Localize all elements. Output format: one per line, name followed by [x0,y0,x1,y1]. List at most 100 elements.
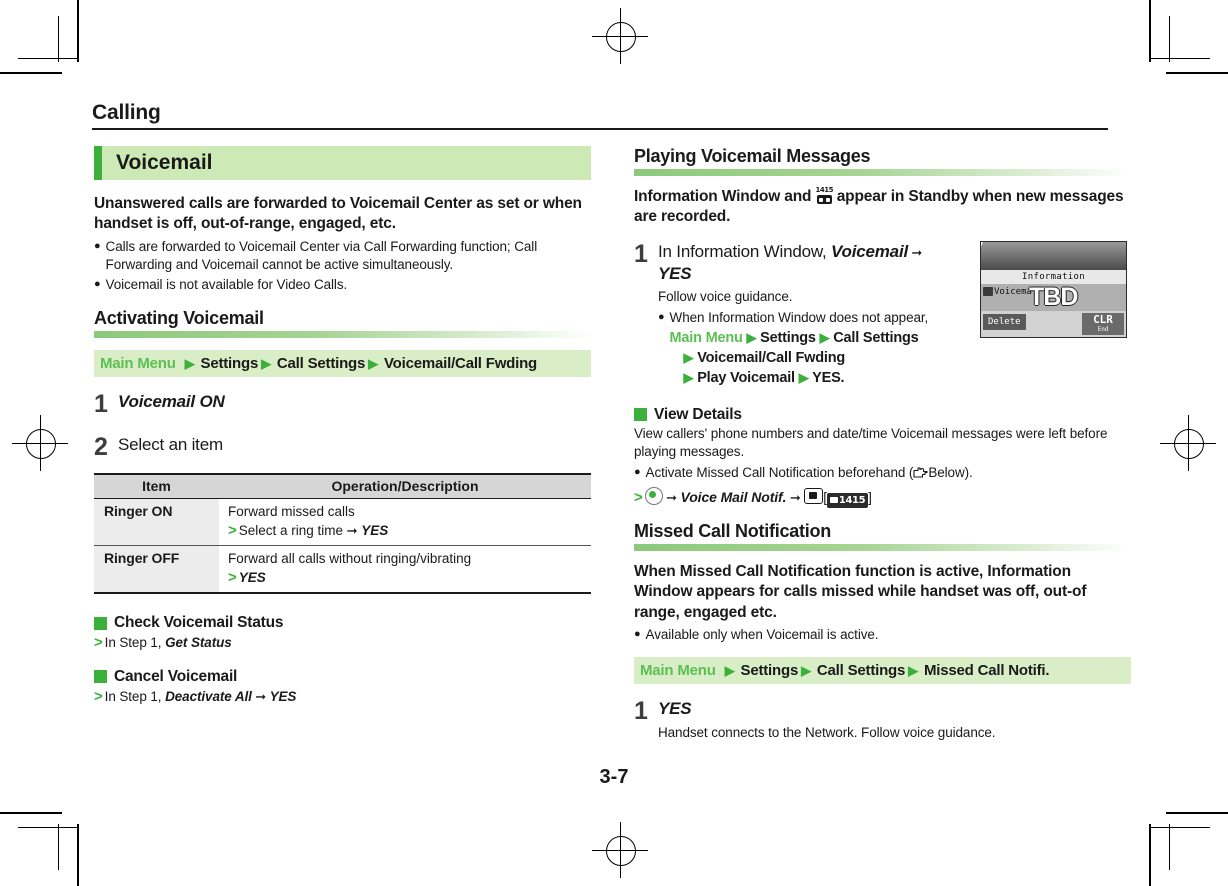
subhead-playing-voicemail-messages: Playing Voicemail Messages [634,146,1131,176]
menu-path-segment-settings[interactable]: Settings [201,355,259,372]
bullet-dot-icon: ● [634,628,641,641]
angle-right-icon: > [634,488,643,506]
missed-step-1: 1 YES Handset connects to the Network. F… [634,698,1131,742]
right-step-1-title-post: YES [658,263,692,283]
voicemail-icon-box [816,195,832,204]
angle-right-icon: > [94,687,103,705]
table-header-operation: Operation/Description [219,473,591,500]
phone-wallpaper [981,241,1126,270]
note-line-1: When Information Window does not appear, [669,309,929,325]
desc-line-2-pre: Select a ring time [238,522,344,538]
menu-path-root[interactable]: Main Menu [640,662,716,679]
voicemail-chip-icon [829,496,838,503]
note-menu-period: . [840,370,845,387]
block-heading-cancel-voicemail: Cancel Voicemail [94,668,591,686]
operation-description-table: Item Operation/Description Ringer ON For… [94,473,591,595]
menu-path-segment-call-settings[interactable]: Call Settings [817,662,905,679]
missed-step-1-title: YES [658,699,692,719]
section-banner-voicemail: Voicemail [94,146,591,180]
missed-note-text: Available only when Voicemail is active. [645,627,879,643]
arrow-right-icon: ➞ [662,489,681,505]
table-cell-item-ringer-off: Ringer OFF [94,545,219,595]
menu-path-segment-play-voicemail[interactable]: Play Voicemail [697,370,795,386]
block-heading-text: View Details [654,405,742,423]
voicemail-chip-time: 1415 [838,494,866,506]
block-heading-text: Check Voicemail Status [114,614,284,632]
chevron-right-icon: ▶ [746,329,757,345]
phone-list-item: Voicema [983,287,1032,297]
table-row: Ringer OFF Forward all calls without rin… [94,545,591,595]
view-details-op-emphasis: Voice Mail Notif. [680,488,787,505]
banner-accent-bar [94,146,102,180]
block-line-emphasis: Get Status [165,635,232,651]
phone-list-item-label: Voicema [994,286,1032,297]
left-step-1-number: 1 [94,390,108,419]
block-line-check-voicemail-status: > In Step 1, Get Status [94,633,591,653]
chevron-right-icon: ▶ [368,355,378,371]
note-menu-path[interactable]: Main Menu ▶ Settings ▶ Call Settings ▶ V… [670,328,974,389]
missed-step-1-number: 1 [634,697,648,726]
right-column: Playing Voicemail Messages Information W… [634,146,1131,742]
chevron-right-icon: ▶ [184,355,195,371]
right-step-1-body: In Information Window, Voicemail ➞ YES Fo… [658,241,974,389]
missed-lead-paragraph: When Missed Call Notification function i… [634,562,1087,621]
menu-path-missed-call-notifi[interactable]: Main Menu ▶ Settings ▶ Call Settings ▶ M… [634,657,1131,685]
page-number: 3-7 [599,766,629,788]
view-details-note: ● Activate Missed Call Notification befo… [634,464,1131,484]
chevron-right-icon: ▶ [819,329,830,345]
banner-title: Voicemail [116,151,213,174]
block-line-emphasis: Deactivate All [165,688,252,704]
right-step-1-note-text: When Information Window does not appear,… [670,309,974,389]
right-step-1-note: ● When Information Window does not appea… [658,309,974,389]
block-heading-text: Cancel Voicemail [114,667,238,685]
phone-tbd-overlay: TBD [1029,282,1078,311]
arrow-right-icon: ➞ [908,244,923,260]
phone-softkey-clr-sublabel: End [1097,325,1109,333]
chevron-right-icon: ▶ [261,355,271,371]
bullet-dot-icon: ● [634,465,641,478]
menu-path-segment-voicemail-call-fwding[interactable]: Voicemail/Call Fwding [384,355,537,372]
table-cell-desc-ringer-on: Forward missed calls > Select a ring time… [219,498,591,547]
view-details-note-pre: Activate Missed Call Notification before… [645,464,914,480]
phone-softkey-clr-label: CLR [1093,312,1113,326]
chevron-right-icon: ▶ [724,662,735,678]
missed-step-1-sub: Handset connects to the Network. Follow … [658,725,996,741]
right-lead-paragraph: Information Window and 1415 appear in St… [634,187,1131,228]
menu-path-segment-yes[interactable]: YES [812,370,841,386]
phone-softkey-delete[interactable]: Delete [983,313,1026,330]
subhead-missed-call-notification: Missed Call Notification [634,521,1131,551]
phone-softkey-bar: Delete CLR End [981,310,1126,337]
voicemail-small-icon [983,287,993,297]
desc-line-1: Forward all calls without ringing/vibrat… [228,551,472,567]
missed-note: ● Available only when Voicemail is activ… [634,626,1131,644]
right-step-1-number: 1 [634,239,648,268]
menu-path-segment-settings[interactable]: Settings [760,330,816,346]
block-line-cancel-voicemail: > In Step 1, Deactivate All ➞ YES [94,687,591,707]
menu-path-root[interactable]: Main Menu [670,330,743,346]
menu-path-segment-settings[interactable]: Settings [741,662,799,679]
menu-path-segment-voicemail-call-fwding[interactable]: Voicemail/Call Fwding [697,350,845,366]
subhead-text: Playing Voicemail Messages [634,146,871,166]
right-step-1-title-pre: In Information Window, [658,241,832,261]
block-heading-view-details: View Details [634,406,1131,424]
menu-path-voicemail-call-fwding[interactable]: Main Menu ▶ Settings ▶ Call Settings ▶ V… [94,350,591,378]
right-lead-pre: Information Window and [634,188,816,205]
view-details-note-text: Activate Missed Call Notification before… [646,464,1131,484]
subhead-gradient-rule [94,331,591,339]
phone-softkey-clr[interactable]: CLR End [1082,312,1124,335]
phone-titlebar: Information [981,269,1126,284]
arrow-right-icon: ➞ [786,489,805,505]
chevron-right-icon: ▶ [801,662,811,678]
menu-path-root[interactable]: Main Menu [100,355,176,372]
menu-path-segment-call-settings[interactable]: Call Settings [277,355,365,372]
phone-screenshot: Information Voicema TBD Delete CLR End [980,240,1127,338]
table-cell-item-ringer-on: Ringer ON [94,498,219,547]
voicemail-time-chip: 1415 [826,492,869,508]
menu-path-segment-missed-call-notifi[interactable]: Missed Call Notifi. [924,662,1050,679]
menu-path-segment-call-settings[interactable]: Call Settings [833,330,918,346]
block-line-pre: In Step 1, [104,635,166,651]
green-square-icon [94,616,107,630]
center-key-icon [644,486,663,505]
subhead-gradient-rule [634,543,1131,551]
left-step-2-body: Select an item [118,434,591,460]
